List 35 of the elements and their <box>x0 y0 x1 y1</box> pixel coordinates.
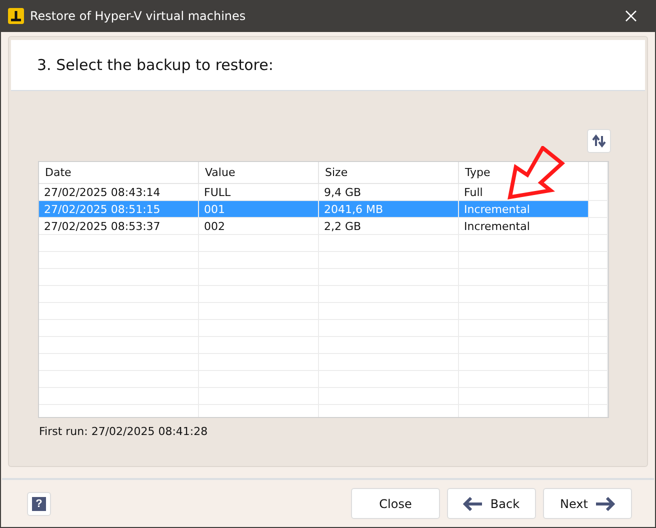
empty-cell <box>589 371 608 388</box>
table-cell[interactable]: 002 <box>199 218 319 235</box>
column-header[interactable]: Date <box>39 162 199 184</box>
empty-cell <box>589 337 608 354</box>
first-run-text: First run: 27/02/2025 08:41:28 <box>39 425 209 438</box>
empty-cell <box>589 286 608 303</box>
next-button[interactable]: Next <box>543 488 632 519</box>
refresh-icon <box>592 134 606 148</box>
step-title: 3. Select the backup to restore: <box>37 56 274 74</box>
table-cell[interactable]: 9,4 GB <box>319 184 459 201</box>
table-cell[interactable]: 27/02/2025 08:43:14 <box>39 184 199 201</box>
empty-cell <box>589 303 608 320</box>
empty-cell <box>589 388 608 405</box>
close-icon[interactable] <box>625 10 637 22</box>
refresh-button[interactable] <box>587 129 611 153</box>
table-cell[interactable]: Incremental <box>459 218 589 235</box>
table-cell[interactable]: 2,2 GB <box>319 218 459 235</box>
arrow-annotation <box>506 146 566 200</box>
arrow-left-icon <box>463 496 484 510</box>
table-cell[interactable]: 27/02/2025 08:53:37 <box>39 218 199 235</box>
column-header[interactable]: Size <box>319 162 459 184</box>
empty-cell <box>589 320 608 337</box>
app-logo-icon <box>8 8 24 24</box>
empty-cell <box>589 269 608 286</box>
window-title: Restore of Hyper-V virtual machines <box>30 9 247 23</box>
column-header[interactable]: Value <box>199 162 319 184</box>
empty-cell <box>589 235 608 252</box>
empty-cell <box>589 354 608 371</box>
arrow-right-icon <box>594 496 615 510</box>
empty-cell <box>589 252 608 269</box>
help-button[interactable]: ? <box>27 492 51 516</box>
close-button[interactable]: Close <box>351 488 440 519</box>
back-button[interactable]: Back <box>447 488 536 519</box>
table-cell[interactable]: FULL <box>199 184 319 201</box>
empty-cell <box>589 162 608 184</box>
